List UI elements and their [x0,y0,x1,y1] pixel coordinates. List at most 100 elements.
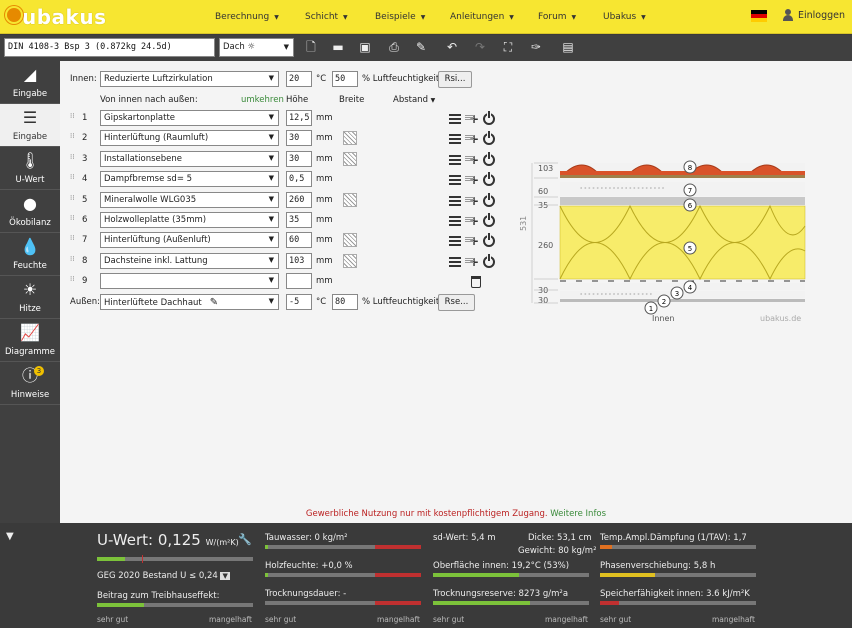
element-type-select[interactable]: Dach ☼ ▼ [219,38,294,57]
redo-icon[interactable]: ↷ [472,39,488,55]
drag-handle-icon[interactable]: ⁞⁞ [70,215,76,224]
trash-icon[interactable] [471,276,481,289]
inhomogeneous-layer-icon[interactable] [343,253,357,268]
add-layer-icon[interactable]: + [465,174,479,186]
layer-thickness-input[interactable]: 103 [286,252,312,269]
toggle-layer-icon[interactable] [483,151,495,166]
toggle-layer-icon[interactable] [483,192,495,207]
layer-thickness-input[interactable]: 12,5 [286,110,312,126]
menu-icon[interactable] [449,175,461,186]
menu-icon[interactable] [449,256,461,267]
undo-icon[interactable]: ↶ [444,39,460,55]
comment-icon[interactable]: ▤ [560,39,576,55]
sidebar-item-oekobilanz[interactable]: ● Ökobilanz [0,190,60,233]
toggle-layer-icon[interactable] [483,111,495,125]
inside-humidity-input[interactable]: 50 [332,71,358,87]
menu-icon[interactable] [449,134,461,145]
menu-beispiele[interactable]: Beispiele ▼ [375,0,425,34]
drag-handle-icon[interactable]: ⁞⁞ [70,113,76,122]
menu-icon[interactable] [449,236,461,247]
menu-berechnung[interactable]: Berechnung ▼ [215,0,279,34]
layer-material-select[interactable]: Gipskartonplatte ▼ [100,110,279,126]
drag-handle-icon[interactable]: ⁞⁞ [70,174,76,183]
layer-material-select[interactable]: Mineralwolle WLG035 ▼ [100,191,279,208]
menu-schicht[interactable]: Schicht ▼ [305,0,348,34]
toggle-layer-icon[interactable] [483,131,495,146]
layer-material-select[interactable]: Hinterlüftung (Außenluft) ▼ [100,232,279,249]
drag-handle-icon[interactable]: ⁞⁞ [70,194,76,204]
drag-handle-icon[interactable]: ⁞⁞ [70,255,76,265]
drag-handle-icon[interactable]: ⁞⁞ [70,235,76,244]
outside-climate-select[interactable]: Hinterlüftete Dachhaut ✎ ▼ [100,294,279,310]
sidebar-item-hinweise[interactable]: ⓘ 3 Hinweise [0,362,60,405]
rsi-button[interactable]: Rsi... [438,71,472,88]
drag-handle-icon[interactable]: ⁞⁞ [70,276,76,285]
sidebar-item-eingabe-layers[interactable]: ☰ Eingabe [0,104,60,147]
layer-thickness-input[interactable]: 260 [286,191,312,208]
drag-handle-icon[interactable]: ⁞⁞ [70,133,76,142]
new-file-icon[interactable]: 🗋 [303,39,319,55]
add-layer-icon[interactable]: + [465,215,479,227]
pencil-icon[interactable]: ✎ [210,297,218,308]
open-folder-icon[interactable]: ▬ [330,39,346,55]
layer-material-select[interactable]: Installationsebene ▼ [100,150,279,167]
layer-thickness-input[interactable]: 0,5 [286,171,312,188]
layer-thickness-input[interactable]: 30 [286,130,312,147]
layer-material-select[interactable]: Dampfbremse sd= 5 ▼ [100,171,279,188]
sidebar-item-eingabe-roof[interactable]: ◢ Eingabe [0,61,60,104]
inhomogeneous-layer-icon[interactable] [343,131,357,146]
add-layer-icon[interactable]: + [465,235,479,247]
layer-thickness-input[interactable]: 35 [286,212,312,228]
pdf-icon[interactable]: ⎙ [386,39,402,55]
inhomogeneous-layer-icon[interactable] [343,233,357,248]
layer-material-select[interactable]: Holzwolleplatte (35mm) ▼ [100,212,279,228]
menu-anleitungen[interactable]: Anleitungen ▼ [450,0,514,34]
ubakus-logo[interactable]: ubakus [7,5,107,29]
outside-humidity-input[interactable]: 80 [332,294,358,310]
layer-material-select[interactable]: Hinterlüftung (Raumluft) ▼ [100,130,279,147]
menu-icon[interactable] [449,216,461,226]
spacing-header[interactable]: Abstand ▼ [393,95,435,105]
menu-icon[interactable] [449,114,461,124]
rse-button[interactable]: Rse... [438,294,475,311]
layer-material-select[interactable]: Dachsteine inkl. Lattung ▼ [100,252,279,269]
outside-temp-input[interactable]: -5 [286,294,312,310]
reverse-link[interactable]: umkehren [241,95,284,105]
drag-handle-icon[interactable]: ⁞⁞ [70,153,76,163]
inhomogeneous-layer-icon[interactable] [343,151,357,166]
more-info-link[interactable]: Weitere Infos [550,509,606,519]
german-flag-icon[interactable] [751,10,767,22]
add-layer-icon[interactable]: + [465,195,479,207]
geg-label[interactable]: GEG 2020 Bestand U ≤ 0,24 ▼ [97,571,230,581]
add-layer-icon[interactable]: + [465,133,479,145]
save-icon[interactable]: ▣ [357,39,373,55]
collapse-triangle-icon[interactable]: ▼ [6,531,14,542]
inhomogeneous-layer-icon[interactable] [343,192,357,207]
toggle-layer-icon[interactable] [483,253,495,268]
add-layer-icon[interactable]: + [465,154,479,166]
sidebar-item-feuchte[interactable]: 💧 Feuchte [0,233,60,276]
layer-thickness-input[interactable] [286,273,312,290]
fullscreen-icon[interactable]: ⛶ [500,39,516,55]
add-layer-icon[interactable]: + [465,256,479,268]
project-name-input[interactable]: DIN 4108-3 Bsp 3 (0.872kg 24.5d) [4,38,215,57]
inside-climate-select[interactable]: Reduzierte Luftzirkulation ▼ [100,71,279,87]
add-layer-icon[interactable]: + [465,113,479,125]
inside-temp-input[interactable]: 20 [286,71,312,87]
sidebar-item-diagramme[interactable]: 📈 Diagramme [0,319,60,362]
toggle-layer-icon[interactable] [483,172,495,187]
layer-thickness-input[interactable]: 60 [286,232,312,249]
menu-icon[interactable] [449,154,461,165]
menu-forum[interactable]: Forum ▼ [538,0,576,34]
login-link[interactable]: Einloggen [782,9,845,21]
menu-icon[interactable] [449,195,461,206]
wrench-icon[interactable]: 🔧 [238,533,252,546]
layer-thickness-input[interactable]: 30 [286,150,312,167]
sidebar-item-hitze[interactable]: ☀ Hitze [0,276,60,319]
edit-sign-icon[interactable]: ✎ [413,39,429,55]
tools-icon[interactable]: ✑ [528,39,544,55]
menu-ubakus[interactable]: Ubakus ▼ [603,0,646,34]
sidebar-item-u-wert[interactable]: 🌡 U-Wert [0,147,60,190]
layer-material-select[interactable]: ▼ [100,273,279,290]
toggle-layer-icon[interactable] [483,213,495,227]
